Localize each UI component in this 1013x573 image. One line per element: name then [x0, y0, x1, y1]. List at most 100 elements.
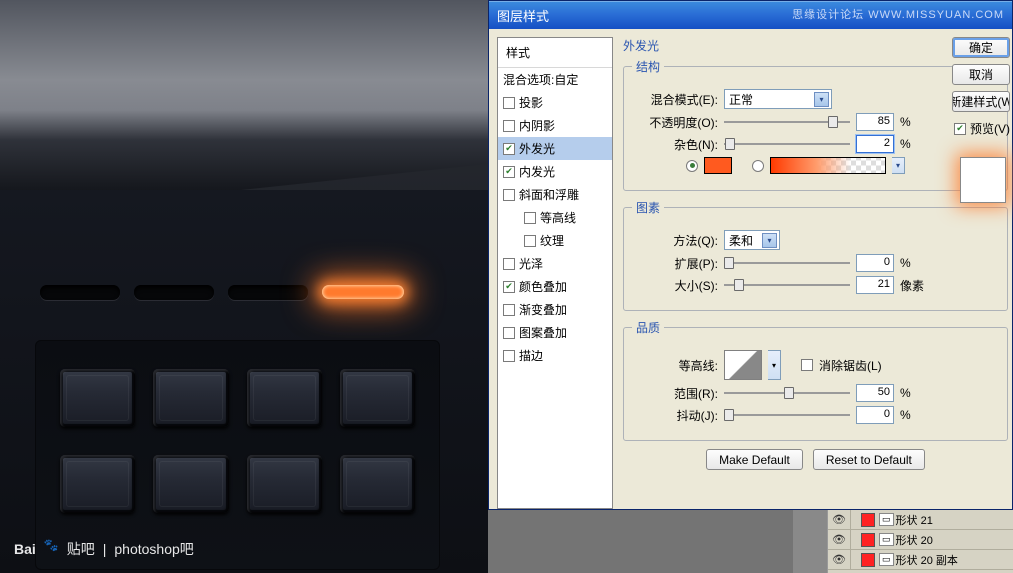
- technique-dropdown[interactable]: 柔和▾: [724, 230, 780, 250]
- checkbox[interactable]: [524, 212, 536, 224]
- brand-text: Bai: [14, 541, 36, 557]
- contour-picker[interactable]: [724, 350, 762, 380]
- range-input[interactable]: 50: [856, 384, 894, 402]
- styles-list: 样式 混合选项:自定 投影 内阴影 ✔外发光 ✔内发光 斜面和浮雕 等高线 纹理…: [497, 37, 613, 509]
- style-row-color-overlay[interactable]: ✔颜色叠加: [498, 275, 612, 298]
- jitter-input[interactable]: 0: [856, 406, 894, 424]
- checkbox[interactable]: [503, 97, 515, 109]
- dialog-titlebar[interactable]: 图层样式 思缘设计论坛 WWW.MISSYUAN.COM: [489, 1, 1012, 29]
- style-row-inner-shadow[interactable]: 内阴影: [498, 114, 612, 137]
- vector-mask-icon[interactable]: ▭: [879, 513, 894, 526]
- new-style-button[interactable]: 新建样式(W: [952, 91, 1010, 112]
- visibility-icon[interactable]: 👁: [828, 533, 850, 546]
- unit-percent: %: [900, 408, 928, 422]
- device-top-surface: [0, 0, 488, 200]
- slider-thumb[interactable]: [724, 257, 734, 269]
- slider-thumb[interactable]: [725, 138, 735, 150]
- preview-thumbnail: [960, 157, 1006, 203]
- style-row-satin[interactable]: 光泽: [498, 252, 612, 275]
- checkbox[interactable]: [503, 120, 515, 132]
- layer-name[interactable]: 形状 20: [896, 532, 933, 548]
- checkbox[interactable]: [503, 327, 515, 339]
- style-row-inner-glow[interactable]: ✔内发光: [498, 160, 612, 183]
- make-default-button[interactable]: Make Default: [706, 449, 803, 470]
- checkbox[interactable]: ✔: [503, 281, 515, 293]
- layer-thumb[interactable]: [861, 533, 875, 547]
- checkbox[interactable]: [503, 258, 515, 270]
- checkbox[interactable]: [503, 304, 515, 316]
- slider-thumb[interactable]: [828, 116, 838, 128]
- layer-thumb[interactable]: [861, 553, 875, 567]
- slider-thumb[interactable]: [734, 279, 744, 291]
- reset-default-button[interactable]: Reset to Default: [813, 449, 925, 470]
- jitter-slider[interactable]: [724, 407, 850, 423]
- style-row-bevel[interactable]: 斜面和浮雕: [498, 183, 612, 206]
- technique-label: 方法(Q):: [632, 232, 718, 249]
- spread-input[interactable]: 0: [856, 254, 894, 272]
- glow-color-swatch[interactable]: [704, 157, 732, 174]
- blend-mode-dropdown[interactable]: 正常▾: [724, 89, 832, 109]
- style-row-drop-shadow[interactable]: 投影: [498, 91, 612, 114]
- ok-button[interactable]: 确定: [952, 37, 1010, 58]
- slider-thumb[interactable]: [784, 387, 794, 399]
- style-row-outer-glow[interactable]: ✔外发光: [498, 137, 612, 160]
- blend-mode-label: 混合模式(E):: [632, 91, 718, 108]
- range-slider[interactable]: [724, 385, 850, 401]
- layer-thumb[interactable]: [861, 513, 875, 527]
- layer-name[interactable]: 形状 21: [896, 512, 933, 528]
- structure-legend: 结构: [632, 58, 664, 75]
- cancel-button[interactable]: 取消: [952, 64, 1010, 85]
- checkbox[interactable]: [503, 350, 515, 362]
- layer-row[interactable]: 👁 ▭ 形状 21: [828, 510, 1013, 530]
- checkbox[interactable]: ✔: [503, 143, 515, 155]
- chevron-down-icon[interactable]: ▾: [762, 233, 777, 248]
- noise-input[interactable]: 2: [856, 135, 894, 153]
- antialias-checkbox[interactable]: [801, 359, 813, 371]
- paw-icon: 🐾: [44, 538, 59, 552]
- opacity-input[interactable]: 85: [856, 113, 894, 131]
- style-row-texture[interactable]: 纹理: [498, 229, 612, 252]
- layer-name[interactable]: 形状 20 副本: [896, 552, 958, 568]
- keypad-key: [153, 455, 228, 513]
- checkbox[interactable]: [524, 235, 536, 247]
- slider-thumb[interactable]: [724, 409, 734, 421]
- size-input[interactable]: 21: [856, 276, 894, 294]
- indicator-row: [40, 285, 404, 300]
- style-row-gradient-overlay[interactable]: 渐变叠加: [498, 298, 612, 321]
- dialog-title: 图层样式: [497, 6, 549, 25]
- chevron-down-icon[interactable]: ▾: [892, 157, 905, 174]
- layer-row[interactable]: 👁 ▭ 形状 20: [828, 530, 1013, 550]
- style-row-contour[interactable]: 等高线: [498, 206, 612, 229]
- blending-options-row[interactable]: 混合选项:自定: [498, 68, 612, 91]
- glow-gradient-swatch[interactable]: [770, 157, 886, 174]
- visibility-icon[interactable]: 👁: [828, 513, 850, 526]
- opacity-slider[interactable]: [724, 114, 850, 130]
- glow-color-solid-radio[interactable]: [686, 160, 698, 172]
- keypad-key: [340, 455, 415, 513]
- glow-color-gradient-radio[interactable]: [752, 160, 764, 172]
- layer-style-dialog: 图层样式 思缘设计论坛 WWW.MISSYUAN.COM 样式 混合选项:自定 …: [488, 0, 1013, 510]
- vector-mask-icon[interactable]: ▭: [879, 553, 894, 566]
- checkbox[interactable]: ✔: [503, 166, 515, 178]
- size-slider[interactable]: [724, 277, 850, 293]
- checkbox[interactable]: [503, 189, 515, 201]
- preview-checkbox[interactable]: ✔: [954, 123, 966, 135]
- separator: |: [103, 541, 107, 557]
- spread-slider[interactable]: [724, 255, 850, 271]
- unit-px: 像素: [900, 277, 928, 294]
- keypad-key: [60, 369, 135, 427]
- brand-suffix: 贴吧: [67, 539, 95, 559]
- range-label: 范围(R):: [632, 385, 718, 402]
- visibility-icon[interactable]: 👁: [828, 553, 850, 566]
- spread-label: 扩展(P):: [632, 255, 718, 272]
- vector-mask-icon[interactable]: ▭: [879, 533, 894, 546]
- opacity-label: 不透明度(O):: [632, 114, 718, 131]
- layer-row[interactable]: 👁 ▭ 形状 20 副本: [828, 550, 1013, 570]
- chevron-down-icon[interactable]: ▾: [814, 92, 829, 107]
- style-row-stroke[interactable]: 描边: [498, 344, 612, 367]
- styles-header[interactable]: 样式: [498, 38, 612, 68]
- noise-slider[interactable]: [724, 136, 850, 152]
- style-row-pattern-overlay[interactable]: 图案叠加: [498, 321, 612, 344]
- chevron-down-icon[interactable]: ▾: [768, 350, 781, 380]
- gutter: [488, 510, 827, 573]
